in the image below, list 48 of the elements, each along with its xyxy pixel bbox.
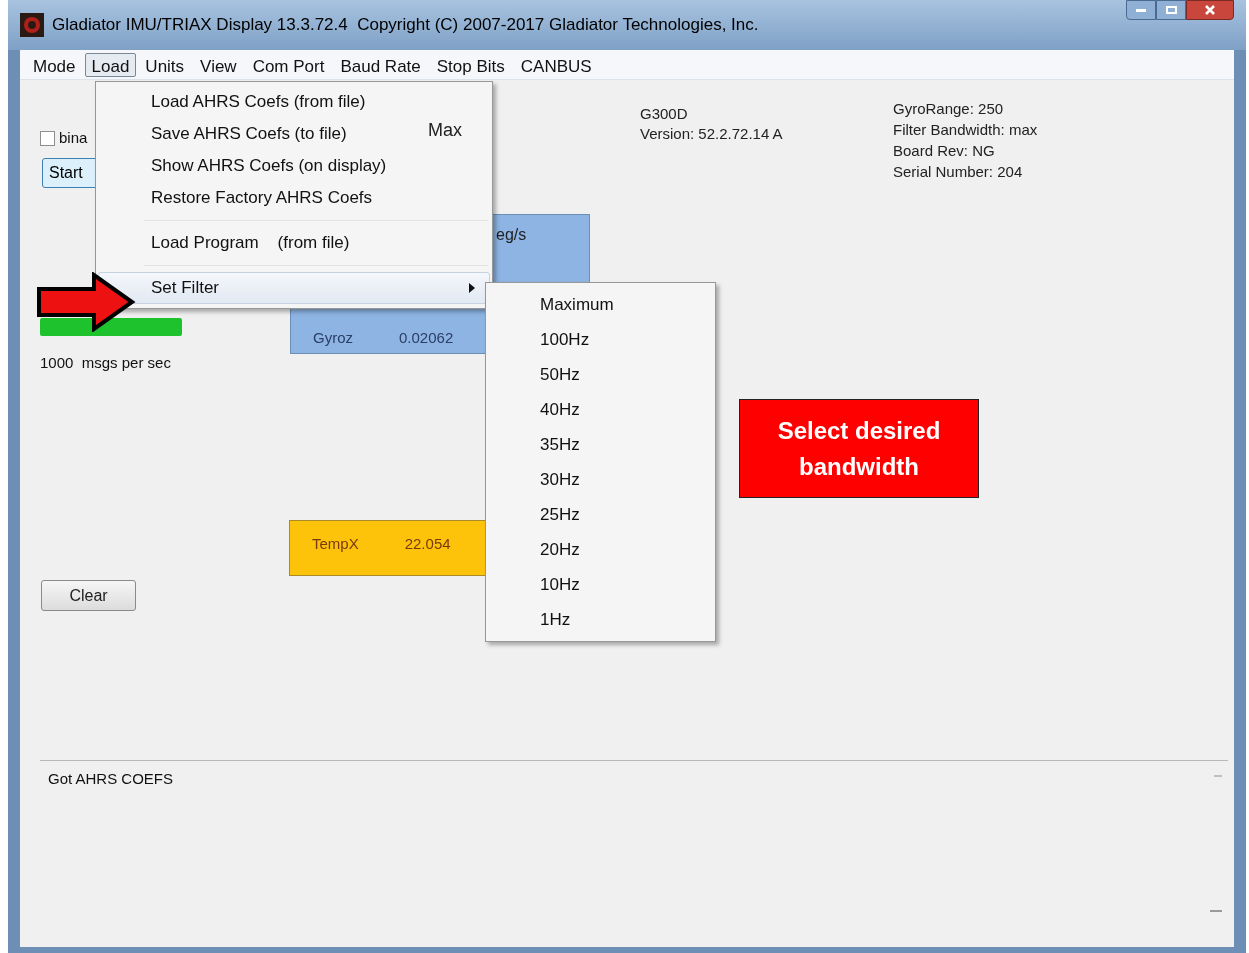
- minimize-button[interactable]: [1126, 0, 1156, 20]
- menu-option[interactable]: 100Hz: [486, 322, 715, 357]
- close-button[interactable]: [1186, 0, 1234, 20]
- info-line: Filter Bandwidth: max: [893, 120, 1038, 140]
- menu-option[interactable]: 30Hz: [486, 462, 715, 497]
- menu-option[interactable]: Load Program (from file): [98, 227, 490, 259]
- menu-option[interactable]: 40Hz: [486, 392, 715, 427]
- menu-option[interactable]: 35Hz: [486, 427, 715, 462]
- max-label: Max: [428, 119, 462, 142]
- gyro-name: Gyroz: [313, 328, 353, 348]
- checkbox[interactable]: [40, 130, 55, 146]
- checkbox-label: bina: [59, 128, 88, 148]
- menu-option[interactable]: 10Hz: [486, 567, 715, 602]
- menu-item[interactable]: Com Port: [245, 52, 332, 77]
- scroll-up-icon: [1214, 775, 1222, 777]
- info-line: Board Rev: NG: [893, 141, 996, 161]
- scroll-down-icon: [1210, 910, 1222, 912]
- menu-option[interactable]: Load AHRS Coefs (from file): [98, 86, 490, 118]
- menu-option[interactable]: 50Hz: [486, 357, 715, 392]
- window-title: Gladiator IMU/TRIAX Display 13.3.72.4 Copyright (C) 2007-2017 Gladiator Technologies, Inc.: [52, 14, 759, 37]
- menu-item[interactable]: Load: [84, 52, 137, 77]
- submenu-arrow-icon: [469, 283, 475, 293]
- maximize-button[interactable]: [1156, 0, 1186, 20]
- menu-option[interactable]: 20Hz: [486, 532, 715, 567]
- clear-button[interactable]: Clear: [41, 580, 136, 611]
- callout-box: Select desired bandwidth: [739, 399, 979, 498]
- info-line: GyroRange: 250: [893, 99, 1005, 119]
- menu-item[interactable]: Stop Bits: [429, 52, 512, 77]
- device-model: G300D: [640, 104, 689, 124]
- menu-item[interactable]: Mode: [26, 52, 83, 77]
- info-line: Serial Number: 204: [893, 162, 1024, 182]
- app-logo-icon: [20, 13, 44, 37]
- device-version: Version: 52.2.72.14 A: [640, 124, 783, 144]
- menu-item[interactable]: Units: [138, 52, 192, 77]
- unit-label: eg/s: [496, 225, 527, 245]
- menu-item[interactable]: View: [193, 52, 244, 77]
- menu-option[interactable]: 1Hz: [486, 602, 715, 637]
- rate-label: 1000 msgs per sec: [40, 353, 171, 373]
- gyro-value: 0.02062: [399, 328, 454, 348]
- menu-item[interactable]: Baud Rate: [333, 52, 428, 77]
- log-line: Got AHRS COEFS: [48, 770, 174, 787]
- arrow-icon: [36, 272, 136, 332]
- temp-name: TempX: [312, 534, 359, 554]
- close-icon: [1205, 5, 1215, 15]
- temp-value: 22.054: [404, 534, 451, 554]
- menu-item[interactable]: CANBUS: [513, 52, 599, 77]
- menu-option[interactable]: 25Hz: [486, 497, 715, 532]
- menu-option[interactable]: Set Filter: [98, 272, 490, 304]
